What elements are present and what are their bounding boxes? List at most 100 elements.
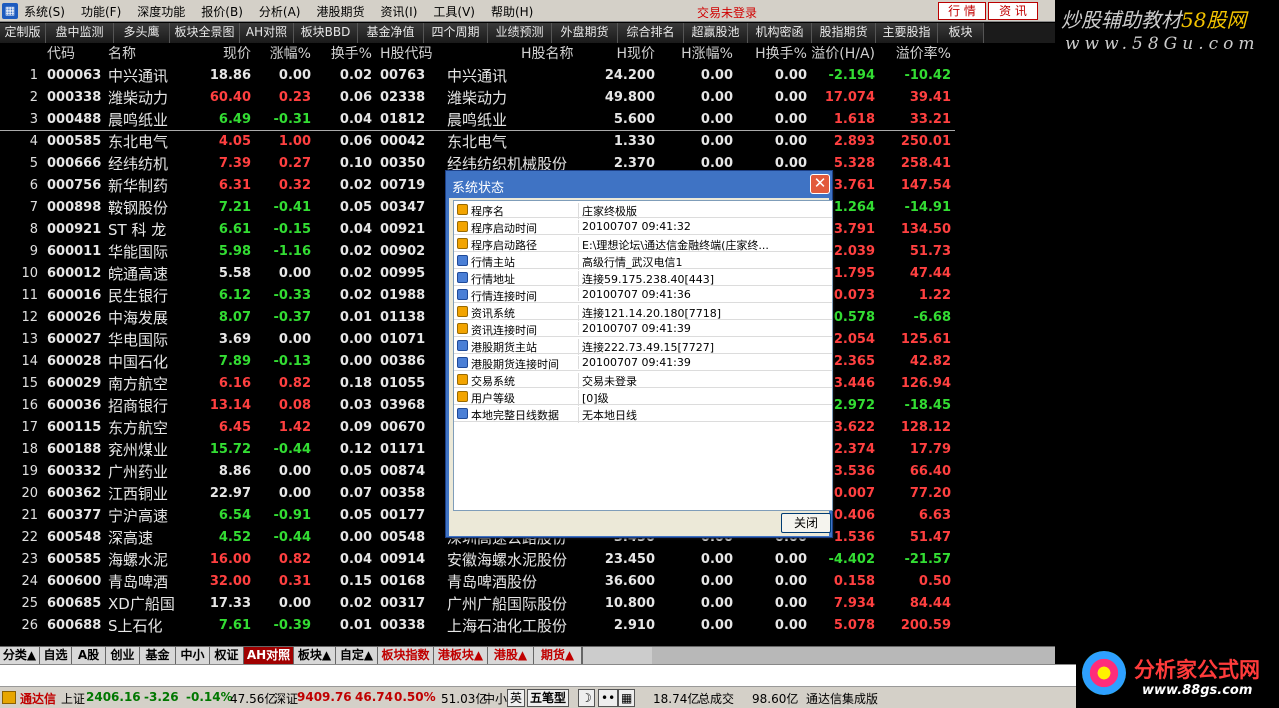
input-method-icon[interactable]: 英 xyxy=(507,689,526,707)
status-value: 连接121.14.20.180[7718] xyxy=(578,305,832,321)
tab-item[interactable]: 基金净值 xyxy=(358,23,424,43)
sh-amount: 47.56亿 xyxy=(230,692,277,706)
tab-item[interactable]: 机构密函 xyxy=(748,23,812,43)
sh-index-value: 2406.16 xyxy=(86,690,141,704)
status-app-name: 通达信 xyxy=(20,692,57,706)
brand-text: 炒股辅助教材 xyxy=(1061,8,1181,32)
input-style-button[interactable]: 五笔型 xyxy=(527,689,570,707)
category-tab[interactable]: 港股▲ xyxy=(488,647,534,664)
folder-icon xyxy=(457,374,468,385)
table-row[interactable]: 2 000338 潍柴动力 60.40 0.23 0.06 02338 潍柴动力 49.800 0… xyxy=(0,87,1055,109)
table-row[interactable]: 4 000585 东北电气 4.05 1.00 0.06 00042 东北电气 1.330 0.0… xyxy=(0,131,1055,153)
dialog-body: 程序名 庄家终极版 程序启动时间 20100707 09:41:32 程序启动路径 E:\… xyxy=(449,198,833,536)
quote-button[interactable]: 行 情 xyxy=(938,2,986,20)
menu-item[interactable]: 报价(B) xyxy=(201,3,243,20)
status-row[interactable]: 程序启动时间 20100707 09:41:32 xyxy=(454,218,832,235)
category-tab[interactable]: 期货▲ xyxy=(534,647,582,664)
menu-item[interactable]: 港股期货 xyxy=(316,3,364,20)
status-key: 行情地址 xyxy=(471,273,515,286)
table-row[interactable]: 23 600585 海螺水泥 16.00 0.82 0.04 00914 安徽海螺水泥股份 23… xyxy=(0,549,1055,571)
status-row[interactable]: 本地完整日线数据 无本地日线 xyxy=(454,405,832,423)
brand-url: www.58Gu.com xyxy=(1065,34,1260,54)
folder-icon xyxy=(457,221,468,232)
status-row[interactable]: 资讯连接时间 20100707 09:41:39 xyxy=(454,320,832,337)
amount-2: 98.60亿 xyxy=(752,692,799,706)
tab-item[interactable]: 主要股指 xyxy=(876,23,938,43)
sh-index-change: -3.26 xyxy=(144,690,179,704)
info-icon xyxy=(457,340,468,351)
brand-highlight: 58股网 xyxy=(1181,8,1247,32)
table-row[interactable]: 25 600685 XD广船国 17.33 0.00 0.02 00317 广州广船国际股份 1… xyxy=(0,593,1055,615)
table-row[interactable]: 26 600688 S上石化 7.61 -0.39 0.01 00338 上海石油化工股份 2.… xyxy=(0,615,1055,637)
status-key: 港股期货主站 xyxy=(471,341,537,354)
category-tab[interactable]: A股 xyxy=(72,647,106,664)
menu-item[interactable]: 系统(S) xyxy=(24,3,65,20)
info-icon xyxy=(457,272,468,283)
menu-item[interactable]: 工具(V) xyxy=(433,3,475,20)
category-tab[interactable]: 中小 xyxy=(176,647,210,664)
status-row[interactable]: 资讯系统 连接121.14.20.180[7718] xyxy=(454,303,832,321)
status-value: 无本地日线 xyxy=(578,407,832,423)
premium-rate: -10.42 xyxy=(904,68,951,83)
status-row[interactable]: 交易系统 交易未登录 xyxy=(454,371,832,389)
category-tab[interactable]: 自选 xyxy=(40,647,72,664)
tab-item[interactable]: 股指期货 xyxy=(812,23,876,43)
category-tab[interactable]: 自定▲ xyxy=(336,647,378,664)
category-tab[interactable]: 分类▲ xyxy=(0,647,40,664)
status-row[interactable]: 程序名 庄家终极版 xyxy=(454,201,832,219)
status-row[interactable]: 行情地址 连接59.175.238.40[443] xyxy=(454,269,832,287)
info-button[interactable]: 资 讯 xyxy=(988,2,1038,20)
tab-item[interactable]: 综合排名 xyxy=(618,23,684,43)
category-tab[interactable]: 创业 xyxy=(106,647,140,664)
category-tab[interactable]: 基金 xyxy=(140,647,176,664)
status-key: 交易系统 xyxy=(471,375,515,388)
moon-icon[interactable]: ☽ xyxy=(578,689,595,707)
status-row[interactable]: 用户等级 [0]级 xyxy=(454,388,832,406)
function-tab-bar: 定制版面盘中监测多头鹰板块全景图AH对照板块BBD基金净值四个周期业绩预测外盘期… xyxy=(0,23,1055,43)
menu-item[interactable]: 深度功能 xyxy=(137,3,185,20)
watermark-top: 炒股辅助教材58股网 www.58Gu.com xyxy=(1055,0,1279,62)
punctuation-icon[interactable]: •• xyxy=(598,689,619,707)
status-key: 程序名 xyxy=(471,205,504,218)
total-amount: 18.74亿 xyxy=(653,692,700,706)
tab-item[interactable]: 板块全景图 xyxy=(170,23,240,43)
category-tab-bar: 分类▲ 自选 A股 创业 基金 中小 权证 AH对照 板块▲ 自定▲ 板块指数 港板块▲ 港股▲ 期货▲ xyxy=(0,646,1055,664)
tab-item[interactable]: 定制版面 xyxy=(0,23,46,43)
app-icon[interactable]: ▦ xyxy=(2,3,18,19)
category-tab[interactable]: 权证 xyxy=(210,647,244,664)
tab-item[interactable]: 盘中监测 xyxy=(46,23,114,43)
flower-logo-icon xyxy=(1082,651,1126,695)
tab-item[interactable]: AH对照 xyxy=(240,23,294,43)
tab-item[interactable]: 业绩预测 xyxy=(488,23,552,43)
table-row[interactable]: 24 600600 青岛啤酒 32.00 0.31 0.15 00168 青岛啤酒股份 36.6… xyxy=(0,571,1055,593)
menu-item[interactable]: 帮助(H) xyxy=(491,3,533,20)
category-tab[interactable]: 港板块▲ xyxy=(434,647,488,664)
status-value: 20100707 09:41:39 xyxy=(578,322,832,335)
close-button[interactable]: 关闭 xyxy=(781,513,831,533)
tab-item[interactable]: 超赢股池 xyxy=(684,23,748,43)
tab-item[interactable]: 多头鹰 xyxy=(114,23,170,43)
status-row[interactable]: 港股期货主站 连接222.73.49.15[7727] xyxy=(454,337,832,355)
menu-item[interactable]: 资讯(I) xyxy=(380,3,417,20)
keyboard-icon[interactable]: ▦ xyxy=(618,689,636,707)
status-row[interactable]: 行情主站 高级行情_武汉电信1 xyxy=(454,252,832,270)
tab-scrollbar[interactable] xyxy=(582,647,652,664)
tab-item[interactable]: 板块BBD xyxy=(294,23,358,43)
status-row[interactable]: 港股期货连接时间 20100707 09:41:39 xyxy=(454,354,832,371)
table-row[interactable]: 1 000063 中兴通讯 18.86 0.00 0.02 00763 中兴通讯 24.200 0… xyxy=(0,65,1055,87)
status-row[interactable]: 程序启动路径 E:\理想论坛\通达信金融终端(庄家终... xyxy=(454,235,832,253)
category-tab[interactable]: AH对照 xyxy=(244,647,294,664)
status-list: 程序名 庄家终极版 程序启动时间 20100707 09:41:32 程序启动路径 E:\… xyxy=(453,200,833,511)
menu-item[interactable]: 功能(F) xyxy=(81,3,121,20)
category-tab[interactable]: 板块指数 xyxy=(378,647,434,664)
tab-item[interactable]: 四个周期 xyxy=(424,23,488,43)
info-icon xyxy=(457,255,468,266)
tab-item[interactable]: 外盘期货 xyxy=(552,23,618,43)
menu-item[interactable]: 分析(A) xyxy=(259,3,301,20)
category-tab[interactable]: 板块▲ xyxy=(294,647,336,664)
col-header-premium-rate[interactable]: 溢价率% xyxy=(0,44,951,65)
status-row[interactable]: 行情连接时间 20100707 09:41:36 xyxy=(454,286,832,303)
table-row[interactable]: 3 000488 晨鸣纸业 6.49 -0.31 0.04 01812 晨鸣纸业 5.600 0.… xyxy=(0,109,1055,131)
tab-item[interactable]: 板块 xyxy=(938,23,984,43)
close-icon[interactable]: ✕ xyxy=(810,174,830,194)
